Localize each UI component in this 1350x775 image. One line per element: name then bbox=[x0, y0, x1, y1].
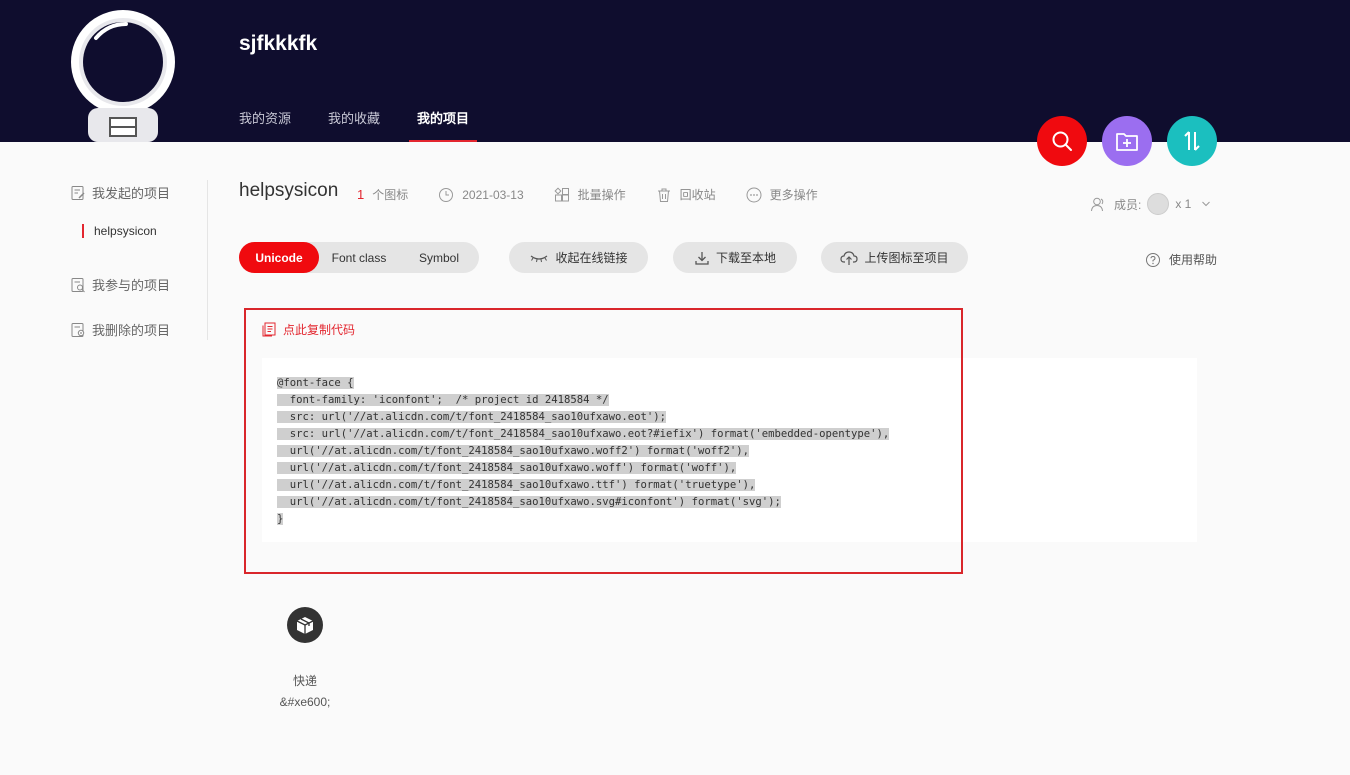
nav-my-favorites[interactable]: 我的收藏 bbox=[328, 108, 380, 142]
members-count: x 1 bbox=[1175, 197, 1192, 211]
copy-code-label: 点此复制代码 bbox=[283, 323, 356, 337]
help-link[interactable]: 使用帮助 bbox=[1145, 251, 1217, 268]
download-label: 下载至本地 bbox=[715, 251, 776, 265]
code-line: font-family: 'iconfont'; /* project id 2… bbox=[277, 394, 609, 406]
username: sjfkkkfk bbox=[239, 32, 318, 55]
upload-button[interactable]: 上传图标至项目 bbox=[821, 242, 968, 273]
chevron-down-icon bbox=[1202, 201, 1211, 207]
batch-operation-button[interactable]: 批量操作 bbox=[554, 186, 626, 203]
code-line: url('//at.alicdn.com/t/font_2418584_sao1… bbox=[277, 445, 749, 457]
recycle-bin-button[interactable]: 回收站 bbox=[656, 186, 716, 203]
icon-count: 1 bbox=[357, 187, 365, 202]
font-face-code[interactable]: @font-face { font-family: 'iconfont'; /*… bbox=[277, 375, 890, 528]
collapse-link-button[interactable]: 收起在线链接 bbox=[509, 242, 648, 273]
tab-unicode[interactable]: Unicode bbox=[239, 242, 319, 273]
collapse-link-label: 收起在线链接 bbox=[555, 251, 628, 265]
sidebar-project-helpsysicon[interactable]: helpsysicon bbox=[82, 224, 157, 238]
code-line: url('//at.alicdn.com/t/font_2418584_sao1… bbox=[277, 462, 737, 474]
code-line: src: url('//at.alicdn.com/t/font_2418584… bbox=[277, 411, 667, 423]
astronaut-avatar-icon[interactable] bbox=[68, 10, 178, 142]
sidebar-item-label: 我参与的项目 bbox=[92, 278, 171, 293]
trash-icon bbox=[657, 188, 670, 202]
tab-symbol[interactable]: Symbol bbox=[399, 242, 479, 273]
edit-doc-icon bbox=[71, 185, 85, 200]
eye-closed-icon bbox=[531, 255, 548, 262]
grid-icon bbox=[554, 186, 569, 201]
search-button[interactable] bbox=[1037, 116, 1087, 166]
icon-name: 快递 bbox=[292, 674, 317, 688]
sidebar-item-deleted[interactable]: 我删除的项目 bbox=[70, 320, 170, 339]
download-button[interactable]: 下载至本地 bbox=[673, 242, 797, 273]
sidebar-item-participated[interactable]: 我参与的项目 bbox=[70, 275, 170, 294]
sidebar-item-initiated[interactable]: 我发起的项目 bbox=[70, 183, 170, 202]
folder-add-icon bbox=[1116, 133, 1138, 151]
date-text: 2021-03-13 bbox=[462, 187, 524, 202]
upload-label: 上传图标至项目 bbox=[864, 251, 949, 265]
search-doc-icon bbox=[71, 277, 85, 292]
members-dropdown[interactable]: 成员: x 1 bbox=[1090, 193, 1211, 215]
question-circle-icon bbox=[1146, 252, 1160, 267]
members-label: 成员: bbox=[1114, 197, 1142, 212]
sidebar-item-label: 我删除的项目 bbox=[92, 323, 171, 338]
search-icon bbox=[1052, 131, 1072, 151]
copy-code-button[interactable]: 点此复制代码 bbox=[262, 321, 355, 338]
package-icon bbox=[287, 607, 323, 643]
project-title: helpsysicon bbox=[239, 180, 339, 201]
icon-unicode: &#xe600; bbox=[279, 695, 331, 709]
icon-count-label: 个图标 bbox=[372, 188, 409, 202]
code-line: } bbox=[277, 513, 284, 525]
code-line: @font-face { bbox=[277, 377, 354, 389]
code-line: src: url('//at.alicdn.com/t/font_2418584… bbox=[277, 428, 890, 440]
settings-doc-icon bbox=[71, 322, 85, 337]
nav-my-resources[interactable]: 我的资源 bbox=[239, 108, 291, 142]
copy-doc-icon bbox=[262, 322, 276, 337]
nav-my-projects[interactable]: 我的项目 bbox=[409, 108, 478, 142]
help-label: 使用帮助 bbox=[1169, 253, 1218, 267]
clock-icon bbox=[439, 187, 454, 202]
more-operations-label: 更多操作 bbox=[769, 188, 818, 202]
code-type-tabs: Unicode Font class Symbol bbox=[239, 242, 479, 273]
icon-tile[interactable]: 快递 &#xe600; bbox=[277, 607, 333, 709]
code-line: url('//at.alicdn.com/t/font_2418584_sao1… bbox=[277, 496, 781, 508]
recycle-bin-label: 回收站 bbox=[679, 188, 716, 202]
cloud-upload-icon bbox=[840, 250, 859, 265]
batch-operation-label: 批量操作 bbox=[577, 188, 626, 202]
add-folder-button[interactable] bbox=[1102, 116, 1152, 166]
header: sjfkkkfk 我的资源 我的收藏 我的项目 bbox=[0, 0, 1350, 142]
code-line: url('//at.alicdn.com/t/font_2418584_sao1… bbox=[277, 479, 756, 491]
sidebar: 我发起的项目 helpsysicon 我参与的项目 我删除的项目 bbox=[70, 180, 208, 340]
project-meta: 1 个图标 2021-03-13 批量操作 回收站 更多操作 bbox=[357, 186, 818, 203]
sidebar-item-label: 我发起的项目 bbox=[92, 186, 171, 201]
tab-font-class[interactable]: Font class bbox=[319, 242, 399, 273]
main-nav: 我的资源 我的收藏 我的项目 bbox=[239, 108, 506, 142]
more-dots-icon bbox=[746, 187, 762, 202]
sort-arrows-icon bbox=[1184, 131, 1200, 151]
project-date: 2021-03-13 bbox=[438, 187, 524, 203]
members-icon bbox=[1091, 197, 1104, 212]
sort-button[interactable] bbox=[1167, 116, 1217, 166]
member-avatar bbox=[1147, 193, 1170, 215]
more-operations-button[interactable]: 更多操作 bbox=[746, 186, 818, 203]
download-icon bbox=[695, 251, 709, 265]
